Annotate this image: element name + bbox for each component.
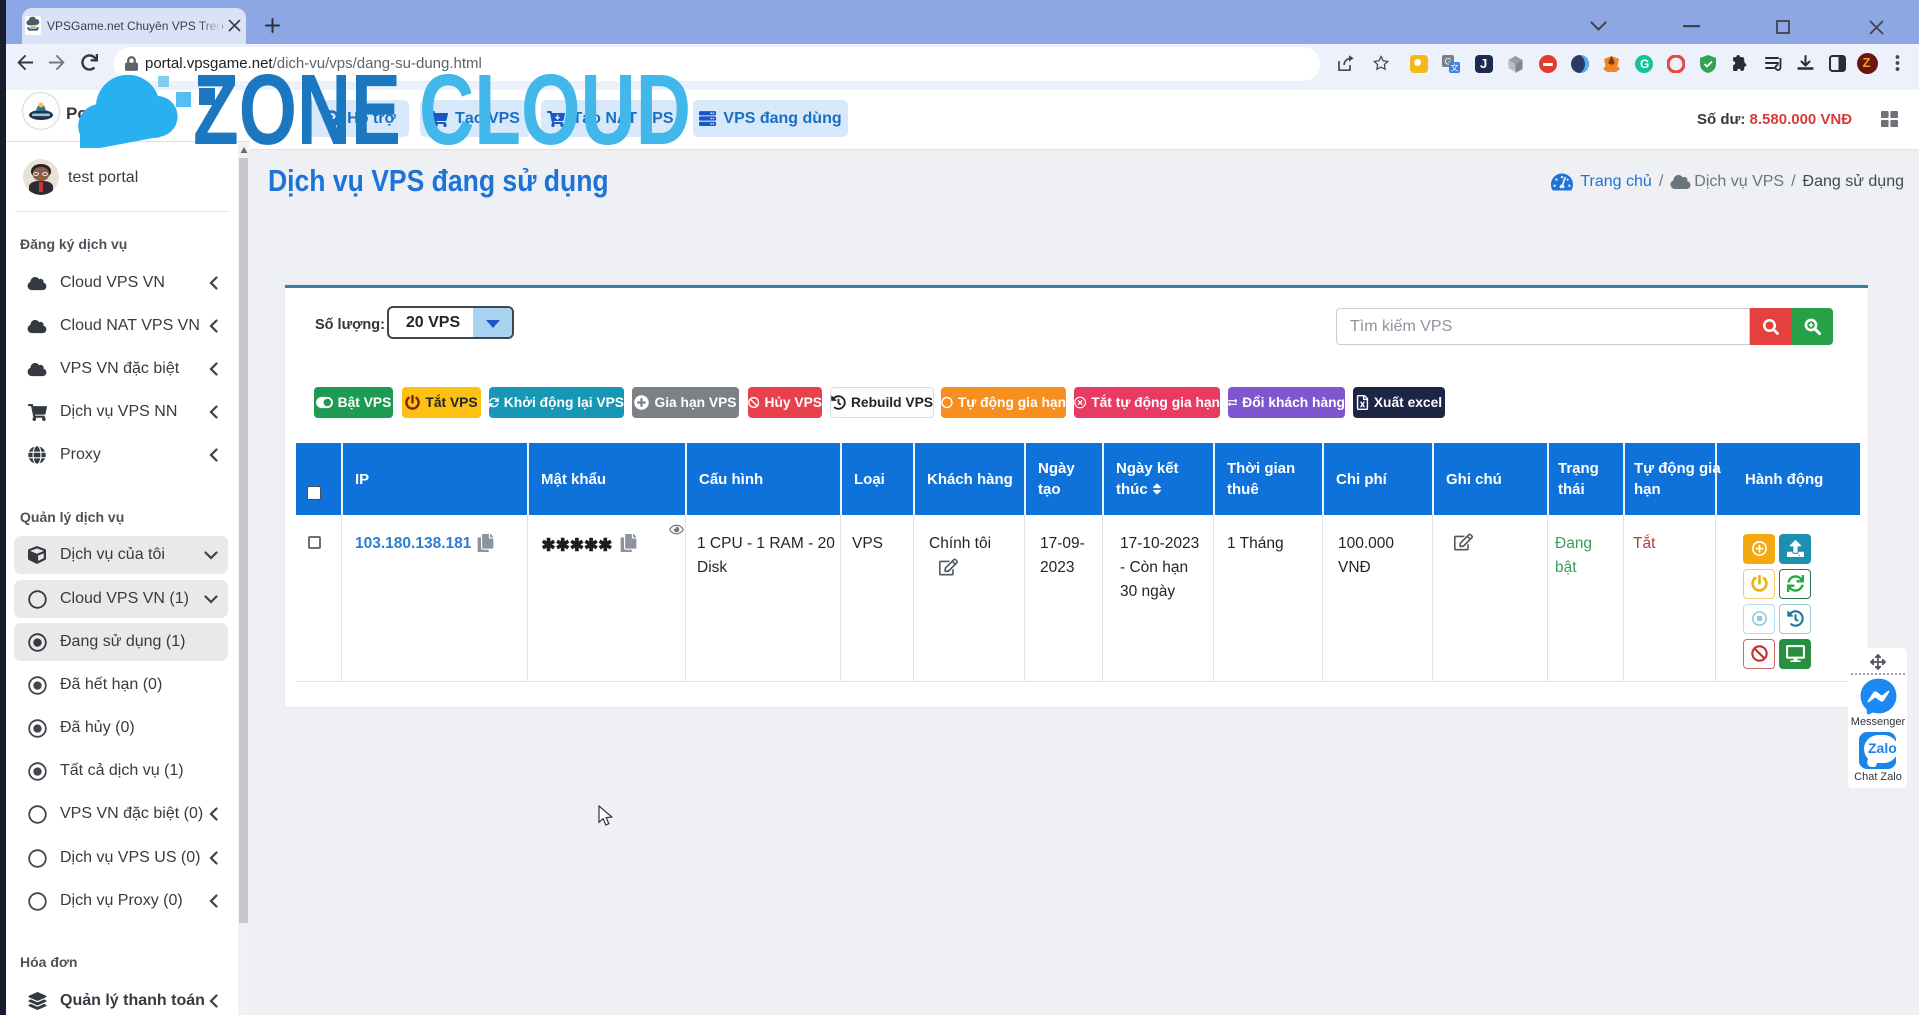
svg-text:文: 文 bbox=[1451, 63, 1459, 73]
